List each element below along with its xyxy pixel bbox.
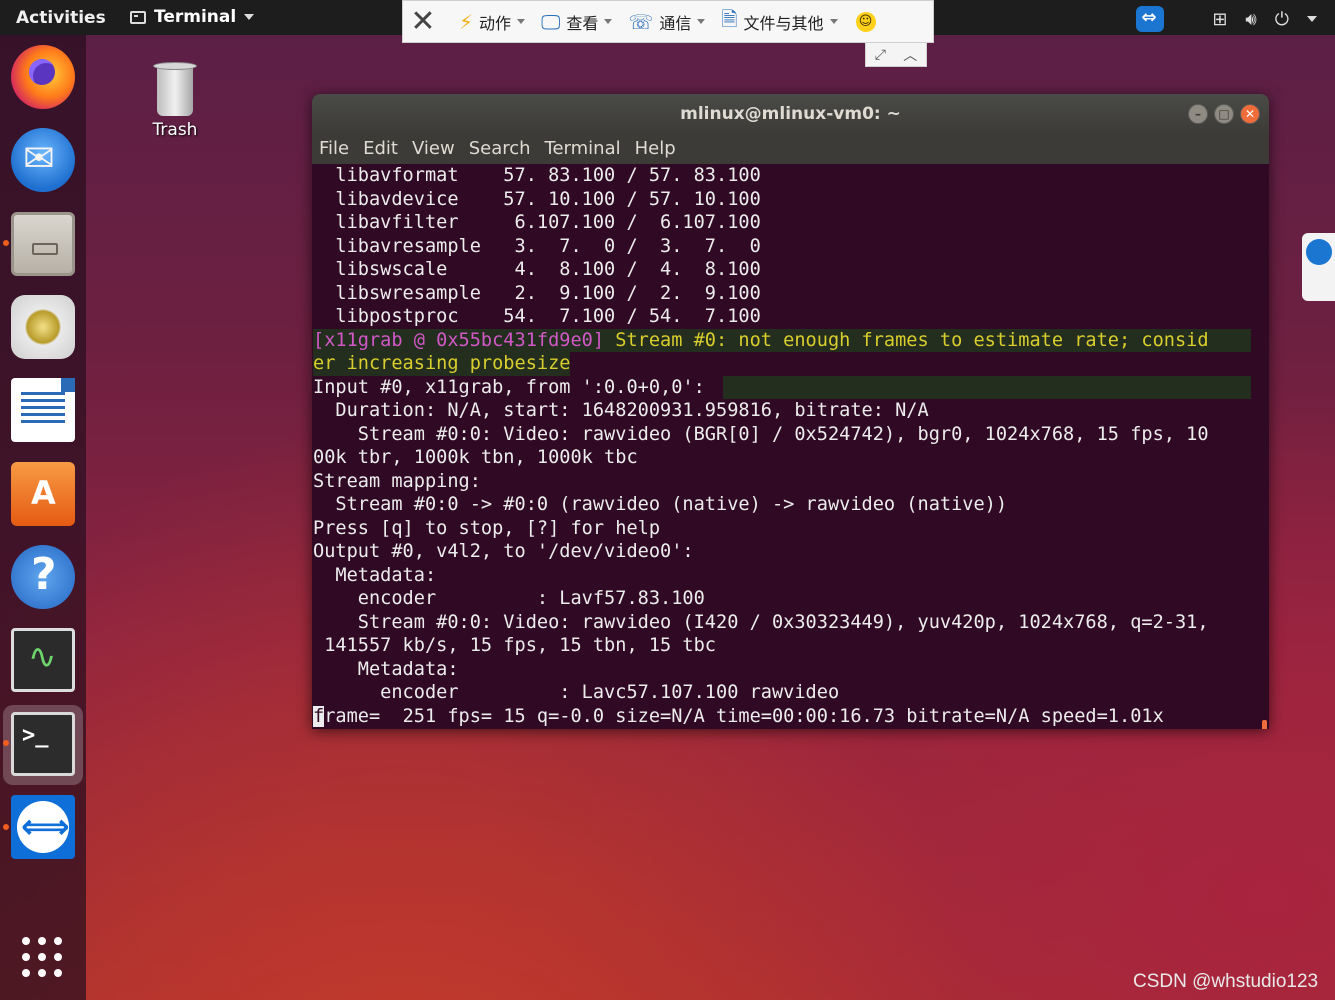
teamviewer-icon[interactable] [11, 795, 75, 859]
terminal-line: Metadata: [313, 564, 437, 586]
thunderbird-icon[interactable] [11, 128, 75, 192]
chevron-down-icon [604, 19, 613, 24]
network-icon[interactable]: ⊞ [1212, 9, 1227, 30]
warning-text: Stream #0: not enough frames to estimate… [604, 329, 1209, 351]
toolbar-item-communicate[interactable]: ☏ 通信 [628, 9, 706, 34]
terminal-window: mlinux@mlinux-vm0: ~ – □ ✕ File Edit Vie… [312, 94, 1269, 729]
terminal-scrollbar[interactable] [1262, 720, 1267, 729]
terminal-icon[interactable] [11, 712, 75, 776]
lightning-icon: ⚡ [459, 9, 474, 34]
terminal-menubar: File Edit View Search Terminal Help [312, 134, 1269, 164]
software-center-icon[interactable] [11, 462, 75, 526]
terminal-line: libavfilter 6.107.100 / 6.107.100 [313, 212, 761, 233]
dock [0, 35, 86, 1000]
toolbar-collapse-tab[interactable]: ⤢ ︿ [865, 43, 927, 67]
terminal-line: Stream mapping: [313, 470, 481, 492]
feedback-smiley-icon[interactable]: ☺ [855, 11, 876, 32]
help-icon[interactable] [11, 545, 75, 609]
toolbar-item-files[interactable]: 🗎 文件与其他 [721, 5, 838, 39]
log-source-tag: [x11grab @ 0x55bc431fd9e0] [313, 329, 605, 351]
menu-edit[interactable]: Edit [356, 134, 405, 164]
terminal-progress-line: frame= 251 fps= 15 q=-0.0 size=N/A time=… [313, 705, 1164, 729]
text-cursor: f [313, 705, 325, 727]
show-applications-icon[interactable] [22, 937, 64, 979]
close-window-icon[interactable]: ✕ [1240, 104, 1260, 124]
chevron-down-icon [517, 19, 526, 24]
monitor-icon: 🖵 [541, 9, 561, 34]
trash-desktop-icon[interactable]: Trash [140, 58, 210, 140]
terminal-line: libswscale 4. 8.100 / 4. 8.100 [313, 259, 761, 280]
terminal-line: Duration: N/A, start: 1648200931.959816,… [313, 400, 929, 421]
terminal-line: encoder : Lavf57.83.100 [313, 588, 705, 609]
terminal-line: Input #0, x11grab, from ':0.0+0,0': [313, 375, 1251, 399]
terminal-line: libavformat 57. 83.100 / 57. 83.100 [313, 165, 761, 186]
terminal-line: libpostproc 54. 7.100 / 54. 7.100 [313, 306, 761, 327]
terminal-small-icon [130, 10, 146, 24]
remote-control-toolbar: ✕ ⚡ 动作 🖵 查看 ☏ 通信 🗎 文件与其他 ☺ [402, 0, 934, 43]
terminal-line: Stream #0:0 -> #0:0 (rawvideo (native) -… [313, 494, 1008, 515]
window-titlebar[interactable]: mlinux@mlinux-vm0: ~ – □ ✕ [312, 94, 1269, 134]
chevron-down-icon [697, 19, 706, 24]
chat-icon: ☏ [628, 9, 654, 34]
menu-terminal[interactable]: Terminal [538, 134, 628, 164]
trash-label: Trash [152, 120, 198, 140]
maximize-icon[interactable]: □ [1214, 104, 1234, 124]
chevron-down-icon [829, 19, 838, 24]
firefox-icon[interactable] [11, 45, 75, 109]
terminal-line: Stream #0:0: Video: rawvideo (I420 / 0x3… [313, 611, 1209, 633]
volume-icon[interactable]: 🔊︎ [1245, 9, 1256, 30]
warning-text-continued: er increasing probesize [313, 352, 571, 376]
menu-file[interactable]: File [312, 134, 356, 164]
libreoffice-writer-icon[interactable] [11, 378, 75, 442]
terminal-warning-line: [x11grab @ 0x55bc431fd9e0] Stream #0: no… [313, 328, 1251, 352]
file-transfer-icon: 🗎 [721, 6, 738, 31]
toolbar-item-view[interactable]: 🖵 查看 [541, 9, 613, 34]
files-icon[interactable] [11, 212, 75, 276]
terminal-line: Stream #0:0: Video: rawvideo (BGR[0] / 0… [313, 423, 1209, 445]
toolbar-item-label: 文件与其他 [743, 13, 824, 33]
terminal-line: Press [q] to stop, [?] for help [313, 517, 661, 539]
menu-search[interactable]: Search [462, 134, 538, 164]
running-indicator [3, 824, 9, 830]
toolbar-item-label: 查看 [566, 13, 599, 33]
chevron-down-icon [244, 14, 255, 20]
minimize-icon[interactable]: – [1188, 104, 1208, 124]
app-menu-label: Terminal [154, 7, 237, 27]
close-icon[interactable]: ✕ [403, 4, 443, 39]
system-menu-chevron-icon[interactable] [1307, 16, 1317, 22]
terminal-line: encoder : Lavc57.107.100 rawvideo [313, 682, 840, 703]
terminal-output[interactable]: libavformat 57. 83.100 / 57. 83.100 liba… [312, 164, 1269, 729]
toolbar-item-label: 通信 [659, 13, 692, 33]
terminal-line: libswresample 2. 9.100 / 2. 9.100 [313, 282, 761, 304]
terminal-line: 141557 kb/s, 15 fps, 15 tbn, 15 tbc [313, 635, 716, 656]
teamviewer-side-panel-tab[interactable] [1302, 233, 1335, 301]
running-indicator [3, 240, 9, 246]
teamviewer-tray-icon[interactable] [1136, 6, 1165, 32]
menu-view[interactable]: View [405, 134, 462, 164]
toolbar-item-actions[interactable]: ⚡ 动作 [459, 9, 526, 34]
terminal-line: libavresample 3. 7. 0 / 3. 7. 0 [313, 235, 761, 257]
progress-text: rame= 251 fps= 15 q=-0.0 size=N/A time=0… [324, 705, 1164, 727]
toolbar-item-label: 动作 [479, 13, 512, 33]
power-icon[interactable]: ⏻ [1275, 9, 1289, 30]
system-tray: ⊞ 🔊︎ ⏻ [1136, 6, 1317, 32]
menu-help[interactable]: Help [628, 134, 683, 164]
watermark: CSDN @whstudio123 [1133, 971, 1319, 992]
window-title: mlinux@mlinux-vm0: ~ [680, 104, 901, 124]
fullscreen-icon[interactable]: ⤢ [875, 47, 886, 63]
system-monitor-icon[interactable] [11, 628, 75, 692]
running-indicator [3, 740, 9, 746]
terminal-line: Metadata: [313, 658, 459, 680]
rhythmbox-icon[interactable] [11, 295, 75, 359]
activities-button[interactable]: Activities [16, 8, 106, 28]
terminal-line: libavdevice 57. 10.100 / 57. 10.100 [313, 188, 761, 210]
trash-icon [153, 58, 197, 116]
app-menu-terminal[interactable]: Terminal [130, 7, 255, 27]
chevron-up-icon[interactable]: ︿ [903, 45, 917, 65]
terminal-line: 00k tbr, 1000k tbn, 1000k tbc [313, 447, 638, 468]
terminal-line: Output #0, v4l2, to '/dev/video0': [313, 541, 694, 562]
